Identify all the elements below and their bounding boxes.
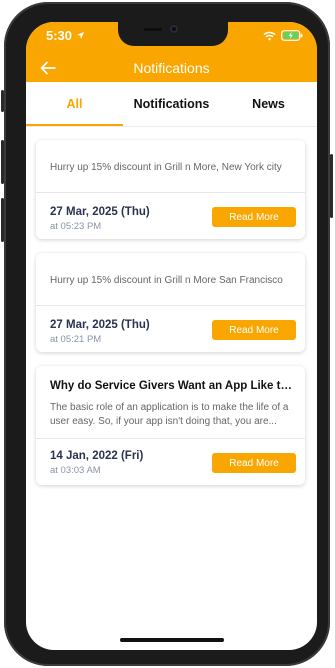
notification-time: at 05:21 PM [50, 334, 102, 345]
read-more-button[interactable]: Read More [212, 320, 296, 340]
volume-down-button [1, 198, 4, 242]
read-more-button[interactable]: Read More [212, 207, 296, 227]
notification-card[interactable]: Hurry up 15% discount in Grill n More, N… [36, 140, 305, 239]
news-date: 14 Jan, 2022 (Fri) [50, 450, 144, 462]
wifi-icon [263, 31, 276, 40]
home-indicator[interactable] [120, 638, 224, 642]
card-divider [36, 438, 305, 439]
power-button [330, 154, 333, 218]
speaker [144, 28, 162, 31]
active-tab-indicator [26, 124, 123, 126]
phone-frame: 5:30 Notifications All Notifications New… [1, 2, 333, 666]
tab-news[interactable]: News [220, 82, 317, 126]
tab-all[interactable]: All [26, 82, 123, 126]
news-time: at 03:03 AM [50, 465, 101, 476]
nav-bar: Notifications [26, 58, 317, 80]
mute-switch [1, 90, 4, 112]
notch [118, 22, 228, 46]
notification-message: Hurry up 15% discount in Grill n More Sa… [50, 275, 283, 286]
location-arrow-icon [76, 31, 85, 40]
tab-bar: All Notifications News [26, 82, 317, 127]
notification-message: Hurry up 15% discount in Grill n More, N… [50, 162, 282, 173]
front-camera [170, 25, 178, 33]
notification-date: 27 Mar, 2025 (Thu) [50, 206, 150, 218]
tab-notifications[interactable]: Notifications [123, 82, 220, 126]
card-divider [36, 305, 305, 306]
news-title: Why do Service Givers Want an App Like t… [50, 380, 296, 392]
status-icons [263, 30, 303, 41]
notification-time: at 05:23 PM [50, 221, 102, 232]
card-divider [36, 192, 305, 193]
battery-charging-icon [281, 30, 303, 41]
news-body: The basic role of an application is to m… [50, 402, 289, 427]
notification-date: 27 Mar, 2025 (Thu) [50, 319, 150, 331]
volume-up-button [1, 140, 4, 184]
news-card[interactable]: Why do Service Givers Want an App Like t… [36, 366, 305, 485]
status-time: 5:30 [46, 28, 85, 43]
screen: 5:30 Notifications All Notifications New… [26, 22, 317, 650]
read-more-button[interactable]: Read More [212, 453, 296, 473]
status-time-label: 5:30 [46, 28, 73, 43]
page-title: Notifications [133, 60, 210, 76]
notification-card[interactable]: Hurry up 15% discount in Grill n More Sa… [36, 253, 305, 352]
